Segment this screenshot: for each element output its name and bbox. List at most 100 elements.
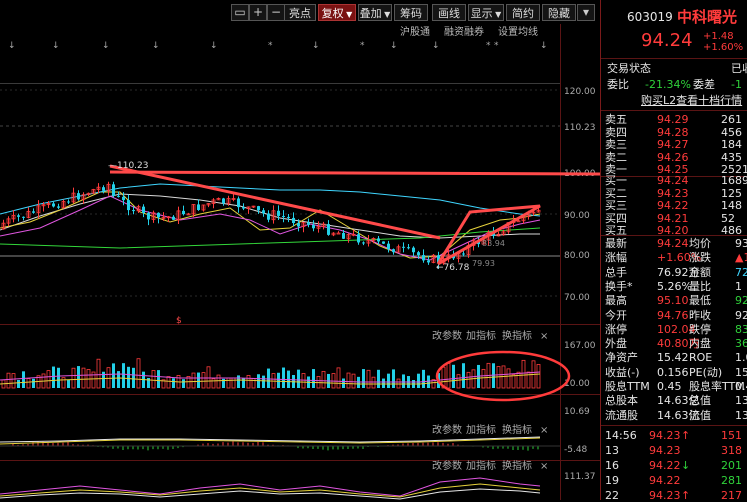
tick-time: 19 [605,474,619,487]
tick-price: 94.23 [649,429,681,442]
candle-body [32,211,35,213]
candle-body [57,206,60,208]
candle-body [237,198,240,208]
bid-price: 94.24 [657,174,689,187]
kdj-swap-link[interactable]: 换指标 [502,459,532,472]
stat-label: 昨收 [689,308,711,322]
weibi-label: 委比 [607,78,629,91]
quote-row: 流通股14.63亿流值137 [605,409,747,422]
volume-bar [17,379,20,388]
simple-button[interactable]: 简约 [506,4,540,21]
candle-body [182,210,185,215]
overlay-button[interactable]: 叠加 ▼ [358,4,392,21]
volume-bar [32,378,35,388]
hk-connect-label[interactable]: 沪股通 [400,25,430,38]
volume-bar [197,372,200,388]
candle-body [102,187,105,191]
tick-volume: 201 [721,459,742,472]
volume-bar [172,378,175,388]
candle-body [222,198,225,204]
quote-row: 净资产 15.42ROE 1.0 [605,351,747,364]
candle-body [117,195,120,197]
candle-body [277,210,280,216]
hide-button[interactable]: 隐藏 [542,4,576,21]
stat-label: 金额 [689,265,711,279]
quote-row: 外盘40.80万内盘36.1 [605,337,747,350]
kdj-add-link[interactable]: 加指标 [466,459,496,472]
stat-label: PE(动) [689,365,723,379]
kline-chart[interactable]: 沪股通 融资融券 设置均线 ↓ ↓ ↓ ↓ ↓ * ↓ * ↓ ↓ * * ↓ 120.00 110.2… [0,24,600,500]
event-marker: * [360,41,365,51]
stat-label: 最新 [605,237,627,250]
volume-bar [52,366,55,388]
l2-purchase-link[interactable]: 购买L2查看十档行情 [641,94,742,107]
set-ma-label[interactable]: 设置均线 [498,25,538,38]
stat-label: 流值 [689,408,711,422]
volume-bar [277,372,280,388]
margin-trading-label[interactable]: 融资融券 [444,25,484,38]
macd-add-link[interactable]: 加指标 [466,423,496,436]
volume-bar [132,367,135,388]
vol-add-link[interactable]: 加指标 [466,329,496,342]
macd-swap-link[interactable]: 换指标 [502,423,532,436]
volume-bar [392,369,395,388]
stat-label: 总股本 [605,394,638,408]
event-marker: ↓ [52,41,60,51]
tick-volume: 281 [721,474,742,487]
macd-params-link[interactable]: 改参数 [432,423,462,436]
vol-swap-link[interactable]: 换指标 [502,329,532,342]
volume-bar [427,375,430,388]
tick-price: 94.23 [649,444,681,457]
candle-body [267,213,270,220]
bid-volume: 148 [721,199,742,212]
volume-bar [297,369,300,388]
quote-panel: 603019 中科曙光 94.24 +1.48 +1.60% 交易状态 已收 委… [600,0,747,502]
stat-label: 均价 [689,237,711,250]
candle-body [147,212,150,220]
kdj-close-icon[interactable]: × [540,461,548,472]
draw-line-button[interactable]: 画线 [432,4,466,21]
candle-body [412,247,415,253]
chevron-down-icon[interactable]: ▾ [577,4,595,21]
candle-body [262,210,265,214]
chart-toolbar: ▭ + − 亮点 复权 ▼ 叠加 ▼ 筹码 画线 显示 ▼ 简约 隐藏 ▾ [0,0,600,24]
stat-value: 93 [735,237,747,250]
kdj-params-link[interactable]: 改参数 [432,459,462,472]
zoom-in-icon[interactable]: + [249,4,267,21]
stat-value: 137 [735,394,747,408]
highlight-button[interactable]: 亮点 [284,4,316,21]
display-label: 显示 [470,7,493,20]
event-marker: ↓ [210,41,218,51]
macd-close-icon[interactable]: × [540,425,548,436]
level-marker-2: 79.93 [472,259,495,268]
chips-button[interactable]: 筹码 [394,4,428,21]
volume-bar [67,379,70,388]
candle-body [327,224,330,235]
quote-row: 涨停 102.04 跌停 83 [605,323,747,336]
ask-volume: 435 [721,150,742,164]
ask-price: 94.29 [657,113,689,126]
adjust-rights-label: 复权 [321,7,344,20]
stock-code: 603019 [627,10,673,24]
quote-row: 卖二 94.26 435 [605,151,747,164]
volume-bar [122,363,125,388]
zoom-out-icon[interactable]: − [267,4,285,21]
candle-body [172,216,175,220]
low-marker: ←76.78 [436,263,470,273]
event-marker: * [494,41,499,51]
bid-label: 买三 [605,199,627,212]
quote-row: 16 94.22 ↓ 201 [605,459,747,472]
candle-body [342,233,345,239]
bid-volume: 1689 [721,174,747,187]
vol-params-link[interactable]: 改参数 [432,329,462,342]
display-button[interactable]: 显示 ▼ [468,4,504,21]
bid-volume: 52 [721,211,735,225]
tick-time: 13 [605,444,619,457]
adjust-rights-button[interactable]: 复权 ▼ [318,4,356,21]
vol-close-icon[interactable]: × [540,331,548,342]
bid-label: 买二 [605,186,627,200]
bid-volume: 125 [721,186,742,200]
quote-row: 总股本14.63亿总值137 [605,394,747,407]
window-icon[interactable]: ▭ [231,4,249,21]
stat-label: ROE [689,351,713,365]
